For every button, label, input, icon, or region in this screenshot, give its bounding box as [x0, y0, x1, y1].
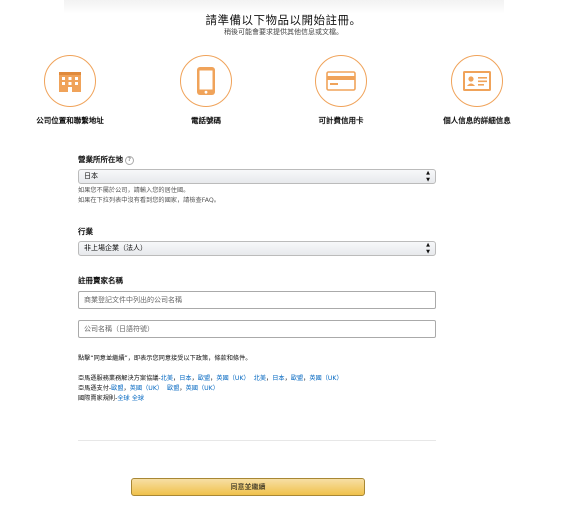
- business-location-label-text: 營業所所在地: [78, 155, 123, 164]
- page-subtitle: 稍後可能會要求提供其他信息或文檔。: [224, 28, 343, 36]
- hint-faq: 如果在下拉列表中沒有看到您的國家，請檢查FAQ。: [78, 197, 220, 204]
- hint-not-company: 如果您不屬於公司，請輸入您的居住國。: [78, 187, 190, 194]
- business-location-select[interactable]: 日本 ▲ ▼: [78, 169, 436, 184]
- legal-prefix: 亞馬遜支付-: [78, 385, 112, 392]
- legal-line-seller-rules: 國際賣家規則-全球 全球: [78, 394, 458, 404]
- link-eu[interactable]: 歐盟: [291, 375, 303, 382]
- link-global[interactable]: 全球: [132, 395, 144, 402]
- link-uk[interactable]: 英國（UK）: [186, 385, 219, 392]
- link-global[interactable]: 全球: [117, 395, 129, 402]
- step-company-location: 公司位置和聯繫地址: [10, 55, 130, 126]
- seller-name-section: 註冊賣家名稱 商業登記文件中列出的公司名稱 公司名稱（日語符號）: [78, 275, 436, 338]
- link-eu[interactable]: 歐盟: [198, 375, 210, 382]
- selected-industry: 非上場企業（法人）: [84, 244, 147, 252]
- step-circle: [180, 55, 232, 107]
- step-circle: [315, 55, 367, 107]
- business-location-section: 營業所所在地? 日本 ▲ ▼ 如果您不屬於公司，請輸入您的居住國。 如果在下拉列表…: [78, 154, 436, 206]
- page-title: 請準備以下物品以開始註冊。: [205, 13, 362, 27]
- agree-continue-button[interactable]: 同意並繼續: [131, 478, 365, 496]
- select-arrows-icon: ▲ ▼: [426, 242, 430, 255]
- step-label: 可計費信用卡: [318, 116, 364, 125]
- link-japan[interactable]: 日本: [272, 375, 284, 382]
- industry-label: 行業: [78, 227, 93, 236]
- divider: [78, 440, 436, 441]
- business-location-label: 營業所所在地?: [78, 154, 436, 165]
- step-label: 公司位置和聯繫地址: [36, 116, 104, 125]
- help-icon[interactable]: ?: [125, 155, 134, 165]
- company-name-japanese-input[interactable]: 公司名稱（日語符號）: [78, 320, 436, 338]
- legal-prefix: 國際賣家規則-: [78, 395, 118, 402]
- legal-line-payments: 亞馬遜支付-歐盟，英國（UK） 歐盟，英國（UK）: [78, 385, 219, 392]
- building-icon: [59, 72, 81, 92]
- step-circle: [44, 55, 96, 107]
- step-circle: [451, 55, 503, 107]
- link-uk[interactable]: 英國（UK）: [130, 385, 163, 392]
- link-japan[interactable]: 日本: [179, 375, 191, 382]
- legal-line-business-solutions: 亞馬遜服務業務解決方案協議-北美，日本，歐盟，英國（UK） 北美，日本，歐盟，英…: [78, 375, 343, 382]
- link-eu[interactable]: 歐盟: [111, 385, 123, 392]
- step-label: 個人信息的詳細信息: [443, 116, 511, 125]
- industry-select[interactable]: 非上場企業（法人） ▲ ▼: [78, 241, 436, 256]
- link-uk[interactable]: 英國（UK）: [216, 375, 249, 382]
- phone-icon: [197, 67, 215, 95]
- legal-intro: 點擊“同意並繼續”，即表示您同意接受以下政策，條款和條件。: [78, 355, 252, 362]
- industry-section: 行業 非上場企業（法人） ▲ ▼: [78, 226, 436, 256]
- selected-country: 日本: [84, 172, 98, 180]
- step-personal-info: 個人信息的詳細信息: [417, 55, 537, 126]
- step-credit-card: 可計費信用卡: [281, 55, 401, 126]
- step-phone: 電話號碼: [146, 55, 266, 126]
- select-arrows-icon: ▲ ▼: [426, 170, 430, 183]
- link-eu[interactable]: 歐盟: [167, 385, 179, 392]
- legal-prefix: 亞馬遜服務業務解決方案協議-: [78, 375, 161, 382]
- step-label: 電話號碼: [191, 116, 221, 125]
- link-uk[interactable]: 英國（UK）: [309, 375, 342, 382]
- credit-card-icon: [326, 71, 356, 91]
- link-north-america[interactable]: 北美: [161, 375, 173, 382]
- link-north-america[interactable]: 北美: [254, 375, 266, 382]
- seller-name-label: 註冊賣家名稱: [78, 276, 123, 285]
- legal-section: 點擊“同意並繼續”，即表示您同意接受以下政策，條款和條件。 亞馬遜服務業務解決方…: [78, 354, 458, 404]
- id-card-icon: [463, 71, 491, 91]
- company-name-input[interactable]: 商業登記文件中列出的公司名稱: [78, 291, 436, 309]
